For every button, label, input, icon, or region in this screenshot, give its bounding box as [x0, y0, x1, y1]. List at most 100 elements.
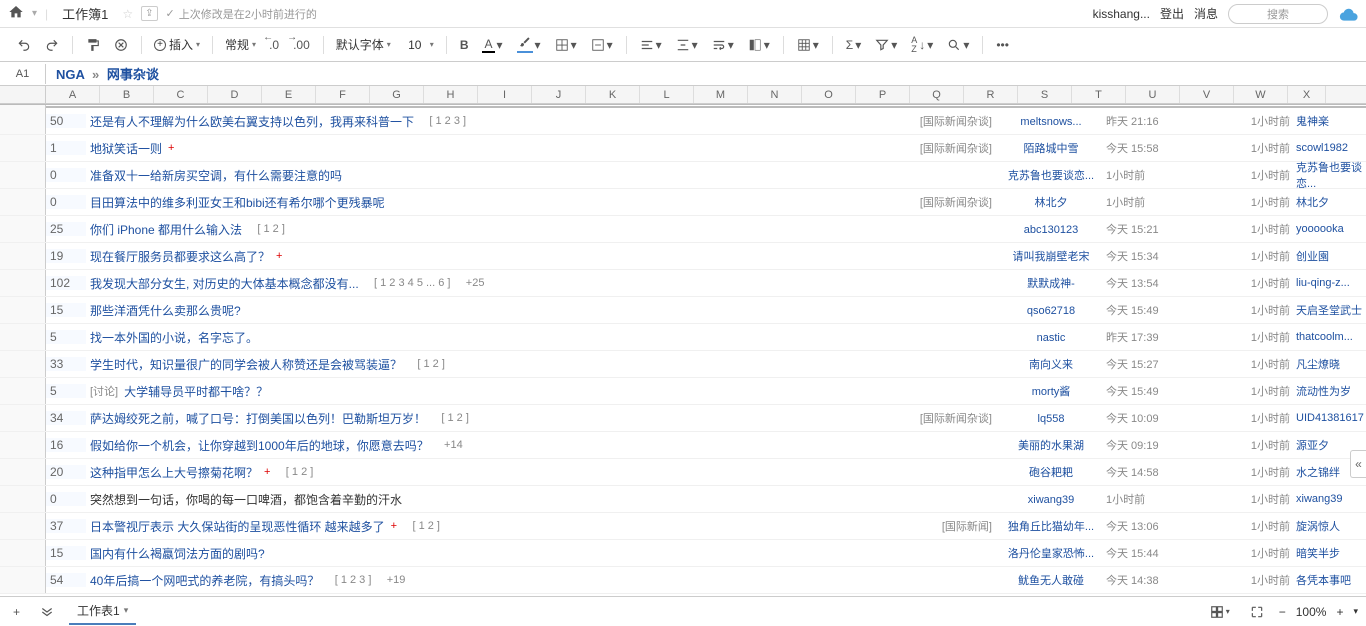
thread-title[interactable]: 日本警视厅表示 大久保站街的呈现恶性循环 越来越多了	[90, 518, 385, 535]
author[interactable]: 鱿鱼无人敢碰	[996, 572, 1106, 588]
search-input[interactable]: 搜索	[1228, 4, 1328, 24]
zoom-out-button[interactable]: −	[1279, 605, 1286, 619]
view-grid-button[interactable]: ▾	[1205, 602, 1235, 622]
messages-link[interactable]: 消息	[1194, 5, 1218, 22]
thread-title[interactable]: 我发现大部分女生, 对历史的大体基本概念都没有...	[90, 275, 359, 292]
text-color-button[interactable]: A▾	[477, 34, 507, 56]
last-reply-user[interactable]: 旋涡惊人	[1296, 518, 1366, 534]
page-links[interactable]: [ 1 2 ]	[417, 358, 445, 370]
thread-title[interactable]: 准备双十一给新房买空调，有什么需要注意的吗	[90, 167, 342, 184]
sum-button[interactable]: Σ▾	[841, 35, 866, 55]
page-links[interactable]: [ 1 2 3 ]	[335, 574, 372, 586]
filter-button[interactable]: ▾	[870, 35, 902, 55]
column-header-P[interactable]: P	[856, 86, 910, 103]
freeze-button[interactable]: ▾	[743, 35, 775, 55]
thread-title[interactable]: 你们 iPhone 都用什么输入法	[90, 221, 242, 238]
conditional-format-button[interactable]: ▾	[792, 35, 824, 55]
author[interactable]: lq558	[996, 411, 1106, 425]
h-align-button[interactable]: ▾	[635, 35, 667, 55]
row-number[interactable]	[0, 486, 46, 512]
row-number[interactable]	[0, 108, 46, 134]
row-number[interactable]	[0, 567, 46, 593]
font-family-dropdown[interactable]: 默认字体▾	[332, 34, 395, 55]
move-icon[interactable]: ⇪	[141, 6, 157, 21]
sheet-tab-1[interactable]: 工作表1▾	[69, 598, 136, 625]
sort-button[interactable]: AZ↓▾	[906, 33, 938, 57]
logout-link[interactable]: 登出	[1160, 5, 1184, 22]
page-links[interactable]: [ 1 2 3 4 5 ... 6 ]	[374, 277, 450, 289]
last-reply-user[interactable]: 鬼神楽	[1296, 113, 1366, 129]
row-number[interactable]	[0, 432, 46, 458]
column-header-A[interactable]: A	[46, 86, 100, 103]
last-reply-user[interactable]: yoooooka	[1296, 223, 1366, 235]
last-reply-user[interactable]: scowl1982	[1296, 142, 1366, 154]
row-number[interactable]	[0, 405, 46, 431]
author[interactable]: meltsnows...	[996, 114, 1106, 128]
row-number[interactable]	[0, 513, 46, 539]
row-number[interactable]	[0, 297, 46, 323]
thread-title[interactable]: 那些洋酒凭什么卖那么贵呢?	[90, 302, 241, 319]
wrap-text-button[interactable]: ▾	[707, 35, 739, 55]
page-links[interactable]: [ 1 2 3 ]	[429, 115, 466, 127]
zoom-dropdown[interactable]: ▾	[1353, 606, 1358, 617]
thread-title[interactable]: 40年后搞一个网吧式的养老院，有搞头吗？	[90, 572, 319, 589]
cell-reference[interactable]: A1	[0, 64, 46, 84]
document-title[interactable]: 工作簿1	[56, 4, 114, 23]
last-reply-user[interactable]: 各凭本事吧	[1296, 572, 1366, 588]
column-header-H[interactable]: H	[424, 86, 478, 103]
row-number[interactable]	[0, 351, 46, 377]
column-header-T[interactable]: T	[1072, 86, 1126, 103]
add-sheet-button[interactable]: +	[8, 602, 25, 622]
author[interactable]: xiwang39	[996, 492, 1106, 506]
thread-title[interactable]: 大学辅导员平时都干啥？？	[124, 383, 268, 400]
thread-title[interactable]: 找一本外国的小说，名字忘了。	[90, 329, 258, 346]
chevron-down-icon[interactable]: ▾	[32, 8, 37, 19]
undo-button[interactable]	[12, 35, 36, 55]
cloud-icon[interactable]	[1338, 4, 1358, 24]
column-header-V[interactable]: V	[1180, 86, 1234, 103]
column-header-I[interactable]: I	[478, 86, 532, 103]
row-number[interactable]	[0, 216, 46, 242]
column-header-N[interactable]: N	[748, 86, 802, 103]
row-number[interactable]	[0, 135, 46, 161]
category-tag[interactable]: [国际新闻]	[906, 518, 996, 534]
last-reply-user[interactable]: 暗笑半步	[1296, 545, 1366, 561]
thread-title[interactable]: 现在餐厅服务员都要求这么高了？	[90, 248, 270, 265]
column-header-S[interactable]: S	[1018, 86, 1072, 103]
column-header-W[interactable]: W	[1234, 86, 1288, 103]
breadcrumb-a[interactable]: NGA	[56, 67, 84, 82]
column-header-D[interactable]: D	[208, 86, 262, 103]
thread-title[interactable]: 目田算法中的维多利亚女王和bibi还有希尔哪个更残暴呢	[90, 194, 385, 211]
row-number[interactable]	[0, 189, 46, 215]
column-header-O[interactable]: O	[802, 86, 856, 103]
column-header-E[interactable]: E	[262, 86, 316, 103]
author[interactable]: 洛丹伦皇家恐怖...	[996, 545, 1106, 561]
select-all-corner[interactable]	[0, 86, 46, 103]
row-number[interactable]	[0, 162, 46, 188]
column-header-U[interactable]: U	[1126, 86, 1180, 103]
last-reply-user[interactable]: thatcoolm...	[1296, 331, 1366, 343]
star-icon[interactable]: ☆	[122, 7, 133, 21]
thread-title[interactable]: 萨达姆绞死之前，喊了口号：打倒美国以色列！巴勒斯坦万岁！	[90, 410, 426, 427]
user-name[interactable]: kisshang...	[1093, 7, 1150, 21]
decrease-decimal-button[interactable]: .0←	[264, 35, 284, 55]
last-reply-user[interactable]: 林北夕	[1296, 194, 1366, 210]
fill-color-button[interactable]: ▾	[512, 33, 546, 56]
column-header-B[interactable]: B	[100, 86, 154, 103]
author[interactable]: abc130123	[996, 222, 1106, 236]
author[interactable]: 克苏鲁也要谈恋...	[996, 167, 1106, 183]
column-header-F[interactable]: F	[316, 86, 370, 103]
row-number[interactable]	[0, 378, 46, 404]
thread-title[interactable]: 国内有什么褐蠃饲法方面的剧吗?	[90, 545, 265, 562]
v-align-button[interactable]: ▾	[671, 35, 703, 55]
category-tag[interactable]: [国际新闻杂谈]	[906, 113, 996, 129]
author[interactable]: nastic	[996, 330, 1106, 344]
bold-button[interactable]: B	[455, 35, 474, 55]
author[interactable]: 陌路城中雪	[996, 140, 1106, 156]
last-reply-user[interactable]: 凡尘燎晓	[1296, 356, 1366, 372]
merge-cells-button[interactable]: ▾	[586, 35, 618, 55]
category-tag[interactable]: [国际新闻杂谈]	[906, 194, 996, 210]
sheet-list-button[interactable]	[35, 602, 59, 622]
page-links[interactable]: [ 1 2 ]	[441, 412, 469, 424]
last-reply-user[interactable]: liu-qing-z...	[1296, 277, 1366, 289]
